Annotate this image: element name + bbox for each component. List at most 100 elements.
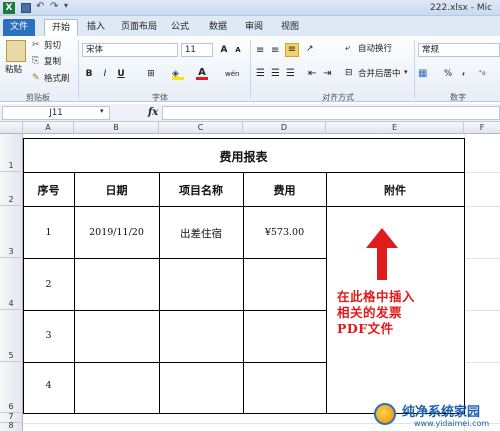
undo-icon[interactable]: ↶ xyxy=(36,1,44,12)
column-header[interactable]: F xyxy=(464,122,500,134)
ribbon-tabs: 文件 开始 插入 页面布局 公式 数据 审阅 视图 xyxy=(0,16,500,36)
chevron-down-icon[interactable]: ▾ xyxy=(404,68,408,76)
format-painter-icon[interactable]: ✎ xyxy=(32,73,40,83)
align-right-icon[interactable]: ☰ xyxy=(286,68,295,79)
sheet-title[interactable]: 费用报表 xyxy=(23,148,464,165)
header-item[interactable]: 项目名称 xyxy=(159,182,243,198)
table-border xyxy=(23,362,326,363)
align-top-icon[interactable]: ≡ xyxy=(256,45,264,56)
number-format-select[interactable]: 常规 xyxy=(418,43,500,57)
align-center-icon[interactable]: ☰ xyxy=(271,68,280,79)
grow-font-button[interactable]: A xyxy=(217,44,231,57)
row-number: 1 xyxy=(8,161,14,170)
quick-access-dropdown-icon[interactable]: ▾ xyxy=(64,1,68,10)
tab-home[interactable]: 开始 xyxy=(44,19,78,36)
underline-button[interactable]: U xyxy=(114,68,128,81)
merge-center-button[interactable]: 合并后居中 xyxy=(358,68,401,80)
increase-decimal-icon[interactable]: ⁺₀ xyxy=(478,68,485,77)
column-header[interactable]: E xyxy=(326,122,464,134)
column-header[interactable]: A xyxy=(23,122,74,134)
currency-icon[interactable]: ▦ xyxy=(418,68,427,79)
watermark-title: 纯净系统家园 xyxy=(402,405,481,420)
alignment-group-label: 对齐方式 xyxy=(322,93,354,102)
cell-no[interactable]: 2 xyxy=(23,279,74,290)
column-headers: A B C D E F xyxy=(0,122,500,134)
tab-file[interactable]: 文件 xyxy=(3,19,35,36)
wrap-text-button[interactable]: 自动换行 xyxy=(358,43,392,55)
chevron-down-icon[interactable]: ▾ xyxy=(100,107,104,115)
row-number: 3 xyxy=(8,247,14,256)
header-no[interactable]: 序号 xyxy=(23,182,74,198)
font-name-select[interactable]: 宋体 xyxy=(82,43,178,57)
row-header[interactable]: 1 xyxy=(0,134,23,172)
ribbon-separator xyxy=(78,40,79,98)
fx-icon[interactable]: fx xyxy=(148,107,158,118)
merge-icon[interactable]: ⊟ xyxy=(345,68,353,78)
annotation-note: 在此格中插入 相关的发票 PDF文件 xyxy=(337,289,415,337)
border-icon[interactable]: ⊞ xyxy=(144,68,158,81)
row-number: 5 xyxy=(8,351,14,360)
indent-icon[interactable]: ⇤ xyxy=(308,68,316,79)
row-number: 8 xyxy=(8,421,14,430)
save-icon[interactable] xyxy=(21,3,31,13)
align-left-icon[interactable]: ☰ xyxy=(256,68,265,79)
tab-review[interactable]: 审阅 xyxy=(240,19,268,36)
copy-button[interactable]: 复制 xyxy=(44,56,61,68)
annotation-line: 在此格中插入 xyxy=(337,289,416,304)
wrap-text-icon[interactable]: ⤶ xyxy=(345,43,350,53)
name-box[interactable]: J11 xyxy=(2,106,110,120)
scissors-icon[interactable]: ✂ xyxy=(32,40,40,50)
align-middle-icon[interactable]: ≡ xyxy=(271,45,279,56)
font-color-icon[interactable]: A xyxy=(196,67,208,80)
row-header[interactable]: 8 xyxy=(0,421,23,431)
tab-formulas[interactable]: 公式 xyxy=(166,19,194,36)
copy-icon[interactable]: ⎘ xyxy=(32,56,39,66)
row-header[interactable]: 2 xyxy=(0,172,23,206)
fill-color-icon[interactable]: ◈ xyxy=(172,69,184,80)
cell-no[interactable]: 4 xyxy=(23,380,74,391)
shrink-font-button[interactable]: A xyxy=(231,44,245,57)
outdent-icon[interactable]: ⇥ xyxy=(323,68,331,79)
align-bottom-icon[interactable]: ≡ xyxy=(285,43,299,57)
up-arrow-icon xyxy=(366,228,398,280)
row-header[interactable]: 4 xyxy=(0,258,23,310)
annotation-line: 相关的发票 xyxy=(337,305,403,320)
redo-icon[interactable]: ↷ xyxy=(50,1,58,12)
table-border xyxy=(326,172,327,414)
comma-button[interactable]: , xyxy=(462,66,465,78)
cell-item[interactable]: 出差住宿 xyxy=(159,226,243,241)
row-header[interactable]: 5 xyxy=(0,310,23,362)
gridline xyxy=(464,258,500,259)
table-border xyxy=(23,258,326,259)
row-header[interactable]: 6 xyxy=(0,362,23,413)
row-header[interactable]: 3 xyxy=(0,206,23,258)
header-attachment[interactable]: 附件 xyxy=(326,182,464,198)
select-all-corner[interactable] xyxy=(0,122,23,134)
cell-date[interactable]: 2019/11/20 xyxy=(74,227,159,238)
paste-button[interactable]: 粘贴 xyxy=(5,64,22,76)
percent-button[interactable]: % xyxy=(444,68,452,80)
header-cost[interactable]: 费用 xyxy=(243,182,326,198)
bold-button[interactable]: B xyxy=(82,68,96,81)
phonetic-button[interactable]: wén xyxy=(225,68,239,80)
paste-icon[interactable] xyxy=(6,40,26,62)
cell-cost[interactable]: ¥573.00 xyxy=(243,227,326,238)
tab-insert[interactable]: 插入 xyxy=(80,19,112,36)
column-header[interactable]: B xyxy=(74,122,159,134)
font-group-label: 字体 xyxy=(152,93,168,102)
format-painter-button[interactable]: 格式刷 xyxy=(44,73,70,85)
column-header[interactable]: D xyxy=(243,122,326,134)
column-header[interactable]: C xyxy=(159,122,243,134)
orientation-icon[interactable]: ↗ xyxy=(306,44,314,54)
cell-no[interactable]: 1 xyxy=(23,227,74,238)
formula-input[interactable] xyxy=(162,106,500,120)
cell-no[interactable]: 3 xyxy=(23,330,74,341)
tab-view[interactable]: 视图 xyxy=(276,19,304,36)
watermark-logo-icon xyxy=(374,403,396,425)
header-date[interactable]: 日期 xyxy=(74,182,159,198)
tab-page-layout[interactable]: 页面布局 xyxy=(116,19,162,36)
cut-button[interactable]: 剪切 xyxy=(44,40,61,52)
font-size-select[interactable]: 11 xyxy=(181,43,213,57)
italic-button[interactable]: I xyxy=(98,68,112,81)
tab-data[interactable]: 数据 xyxy=(204,19,232,36)
